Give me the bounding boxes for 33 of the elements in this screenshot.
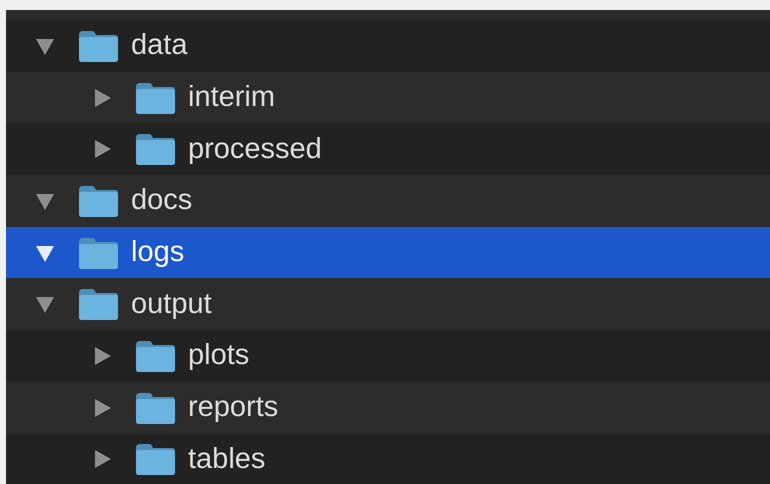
folder-icon	[77, 236, 119, 270]
expand-triangle-icon[interactable]	[92, 398, 112, 418]
folder-icon	[77, 28, 119, 63]
folder-icon	[77, 184, 119, 218]
expand-triangle-icon[interactable]	[92, 88, 112, 108]
folder-name: data	[131, 31, 188, 60]
folder-icon	[134, 442, 176, 476]
folder-icon	[134, 390, 176, 425]
collapse-triangle-icon[interactable]	[35, 294, 55, 314]
folder-name: interim	[188, 83, 276, 112]
expand-triangle-icon[interactable]	[92, 346, 112, 366]
folder-icon	[134, 80, 176, 115]
folder-icon	[77, 287, 119, 322]
tree-row[interactable]: plots	[6, 330, 770, 382]
tree-row[interactable]: tables	[6, 434, 770, 484]
folder-name: processed	[188, 134, 322, 164]
tree-row[interactable]: reports	[6, 382, 770, 434]
folder-name: docs	[131, 186, 192, 216]
expand-triangle-icon[interactable]	[92, 449, 112, 470]
tree-row[interactable]: data	[6, 20, 770, 72]
folder-name: output	[131, 290, 212, 319]
tree-row[interactable]: interim	[6, 72, 770, 124]
tree-row[interactable]: logs	[6, 226, 770, 278]
folder-name: logs	[131, 238, 184, 268]
expand-triangle-icon[interactable]	[92, 139, 112, 160]
tree-row[interactable]: docs	[6, 175, 770, 227]
folder-name: reports	[188, 393, 278, 422]
folder-name: plots	[188, 341, 250, 370]
tree-row[interactable]: output	[6, 278, 770, 330]
folder-icon	[134, 132, 176, 166]
tree-row[interactable]: processed	[6, 123, 770, 176]
folder-name: tables	[188, 444, 266, 474]
folder-icon	[134, 338, 176, 373]
